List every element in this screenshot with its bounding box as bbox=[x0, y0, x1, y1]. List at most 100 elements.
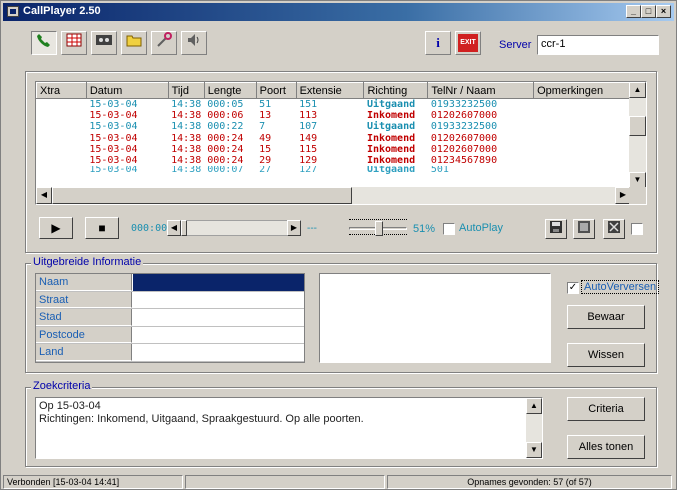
autorefresh-checkbox[interactable]: ✓ bbox=[567, 282, 579, 294]
save-disk-icon[interactable] bbox=[545, 219, 567, 239]
calls-table[interactable]: Xtra Datum Tijd Lengte Poort Extensie Ri… bbox=[35, 81, 647, 205]
info-row-land[interactable]: Land bbox=[36, 344, 304, 362]
col-poort[interactable]: Poort bbox=[255, 82, 297, 99]
table-row[interactable]: 15-03-04 14:38 000:24 29 129 Inkomend 01234567… bbox=[37, 155, 630, 166]
criteria-scroll-up-icon[interactable]: ▲ bbox=[526, 398, 542, 414]
cell-lengte: 000:05 bbox=[207, 99, 244, 110]
col-extensie[interactable]: Extensie bbox=[295, 82, 365, 99]
folder-icon[interactable] bbox=[121, 31, 147, 55]
info-value-postcode[interactable] bbox=[133, 326, 304, 344]
autorefresh-label[interactable]: AutoVerversen bbox=[581, 280, 660, 294]
clear-button[interactable]: Wissen bbox=[567, 343, 645, 367]
info-value-straat[interactable] bbox=[133, 291, 304, 309]
cell-telnr: 01202607000 bbox=[430, 132, 498, 144]
app-icon bbox=[7, 6, 19, 17]
info-row-stad[interactable]: Stad bbox=[36, 309, 304, 327]
notes-textarea[interactable] bbox=[319, 273, 551, 363]
autoplay-label[interactable]: AutoPlay bbox=[459, 222, 503, 234]
exit-icon: EXIT bbox=[458, 34, 478, 52]
toolbar: i EXIT Server ccr-1 bbox=[3, 23, 674, 63]
criteria-scrollbar[interactable]: ▲ ▼ bbox=[526, 398, 542, 458]
speaker-icon[interactable] bbox=[181, 31, 207, 55]
info-key-straat: Straat bbox=[36, 291, 132, 309]
table-row[interactable]: 15-03-04 14:38 000:24 49 149 Inkomend 01202607… bbox=[37, 133, 630, 144]
info-row-naam[interactable]: Naam bbox=[36, 274, 304, 292]
cell-telnr: 01234567890 bbox=[430, 155, 498, 167]
tools-icon[interactable] bbox=[151, 31, 177, 55]
col-lengte[interactable]: Lengte bbox=[203, 82, 257, 99]
stop-button[interactable]: ■ bbox=[85, 217, 119, 239]
cell-datum: 15-03-04 bbox=[89, 144, 138, 156]
criteria-text[interactable]: Op 15-03-04 Richtingen: Inkomend, Uitgaa… bbox=[35, 397, 543, 459]
scroll-thumb[interactable] bbox=[629, 116, 646, 136]
cell-poort: 15 bbox=[259, 144, 272, 156]
info-grid[interactable]: Naam Straat Stad Postcode Land bbox=[35, 273, 305, 363]
cell-opmerkingen bbox=[534, 121, 630, 132]
export-disk-icon[interactable] bbox=[573, 219, 595, 239]
cell-extensie: 129 bbox=[299, 155, 318, 167]
scroll-left-arrow-icon[interactable]: ◀ bbox=[36, 187, 52, 204]
cell-poort: 29 bbox=[259, 155, 272, 167]
maximize-button[interactable]: □ bbox=[641, 5, 656, 18]
info-value-naam[interactable] bbox=[133, 274, 304, 291]
cell-lengte: 000:24 bbox=[207, 132, 244, 144]
col-richting[interactable]: Richting bbox=[363, 82, 429, 99]
criteria-line-directions: Richtingen: Inkomend, Uitgaand, Spraakge… bbox=[39, 413, 364, 425]
cell-telnr: 01933232500 bbox=[430, 99, 498, 110]
close-button[interactable]: × bbox=[656, 5, 671, 18]
seek-left-arrow-icon[interactable]: ◀ bbox=[167, 220, 181, 236]
info-value-stad[interactable] bbox=[133, 309, 304, 326]
minimize-button[interactable]: _ bbox=[626, 5, 641, 18]
scroll-down-arrow-icon[interactable]: ▼ bbox=[629, 172, 646, 188]
table-row[interactable]: 15-03-04 14:38 000:22 7 107 Uitgaand 019332325… bbox=[37, 121, 630, 132]
calls-grid: Xtra Datum Tijd Lengte Poort Extensie Ri… bbox=[36, 82, 630, 174]
criteria-group-title: Zoekcriteria bbox=[31, 380, 93, 392]
server-input[interactable]: ccr-1 bbox=[537, 35, 659, 55]
cell-extensie: 115 bbox=[299, 144, 318, 156]
cell-xtra bbox=[37, 110, 87, 121]
info-key-land: Land bbox=[36, 344, 132, 361]
table-row[interactable]: 15-03-04 14:38 000:24 15 115 Inkomend 01202607… bbox=[37, 144, 630, 155]
cell-datum: 15-03-04 bbox=[89, 155, 138, 167]
info-value-land[interactable] bbox=[133, 344, 304, 361]
info-icon[interactable]: i bbox=[425, 31, 451, 55]
col-datum[interactable]: Datum bbox=[85, 82, 169, 99]
table-vertical-scrollbar[interactable]: ▲ ▼ bbox=[629, 82, 646, 188]
criteria-scroll-down-icon[interactable]: ▼ bbox=[526, 442, 542, 458]
cell-extensie: 113 bbox=[299, 110, 318, 122]
tape-icon[interactable] bbox=[91, 31, 117, 55]
table-row[interactable]: 15-03-04 14:38 000:05 51 151 Uitgaand 01933232… bbox=[37, 99, 630, 111]
phone-icon[interactable] bbox=[31, 31, 57, 55]
volume-slider[interactable] bbox=[347, 217, 409, 239]
hscroll-thumb[interactable] bbox=[52, 187, 352, 204]
col-tijd[interactable]: Tijd bbox=[167, 82, 205, 99]
info-group-title: Uitgebreide Informatie bbox=[31, 256, 144, 268]
cell-xtra bbox=[37, 155, 87, 166]
info-key-naam: Naam bbox=[36, 274, 132, 291]
cell-richting: Inkomend bbox=[366, 110, 416, 122]
save-button[interactable]: Bewaar bbox=[567, 305, 645, 329]
col-telnr[interactable]: TelNr / Naam bbox=[427, 82, 535, 99]
grid-icon[interactable] bbox=[61, 31, 87, 55]
volume-thumb[interactable] bbox=[374, 221, 383, 236]
cell-poort: 27 bbox=[259, 166, 272, 175]
exit-button[interactable]: EXIT bbox=[455, 31, 481, 55]
play-button[interactable]: ▶ bbox=[39, 217, 73, 239]
seek-bar[interactable]: ◀ ▶ bbox=[167, 220, 301, 236]
cell-richting: Inkomend bbox=[366, 132, 416, 144]
table-row[interactable]: 15-03-04 14:38 000:06 13 113 Inkomend 01202607… bbox=[37, 110, 630, 121]
autoplay-checkbox[interactable] bbox=[443, 223, 455, 235]
info-row-straat[interactable]: Straat bbox=[36, 291, 304, 310]
criteria-button[interactable]: Criteria bbox=[567, 397, 645, 421]
col-opmerkingen[interactable]: Opmerkingen bbox=[533, 82, 630, 99]
info-row-postcode[interactable]: Postcode bbox=[36, 326, 304, 345]
seek-right-arrow-icon[interactable]: ▶ bbox=[287, 220, 301, 236]
extra-checkbox[interactable] bbox=[631, 223, 643, 235]
table-horizontal-scrollbar[interactable]: ◀ ▶ bbox=[36, 187, 631, 204]
seek-thumb[interactable] bbox=[181, 220, 187, 236]
scroll-up-arrow-icon[interactable]: ▲ bbox=[629, 82, 646, 98]
delete-disk-icon[interactable] bbox=[603, 219, 625, 239]
table-row[interactable]: 15-03-04 14:38 000:07 27 127 Uitgaand 501 bbox=[37, 166, 630, 174]
col-xtra[interactable]: Xtra bbox=[36, 82, 87, 99]
show-all-button[interactable]: Alles tonen bbox=[567, 435, 645, 459]
